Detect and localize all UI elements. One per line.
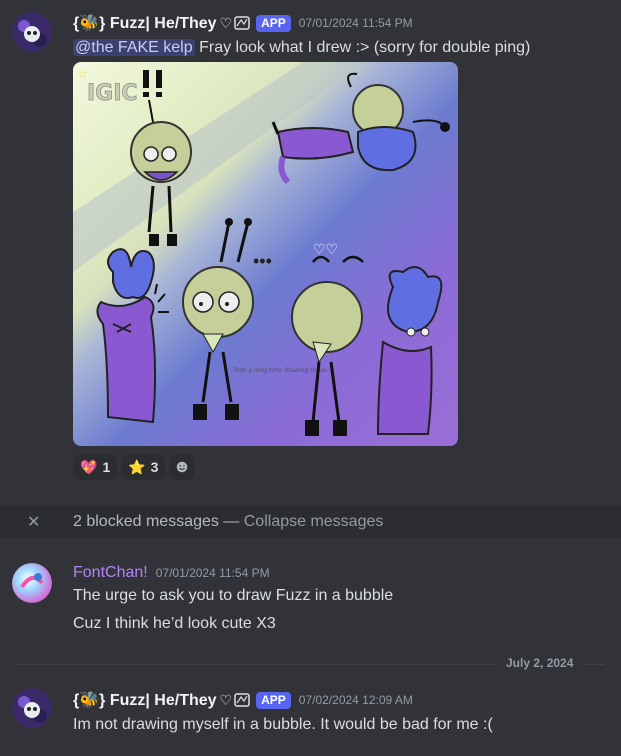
badge-icon [234,16,250,30]
heart-icon: ♡ [219,14,233,31]
blocked-count-text: 2 blocked messages — [73,513,244,530]
reaction-star[interactable]: ⭐ 3 [121,454,166,480]
smile-icon [177,461,188,473]
message-text: Fray look what I drew :> (sorry for doub… [194,39,531,56]
attachment-image[interactable]: IGIC ☆ ••• Took a long time drawing thes… [73,62,458,446]
collapse-messages-link[interactable]: Collapse messages [244,513,384,530]
svg-text:•••: ••• [253,251,272,271]
username[interactable]: {🐝} Fuzz| He/They [73,13,217,33]
reactions-bar: 💖 1 ⭐ 3 [73,454,196,480]
art-ig-text: IGIC [87,81,138,106]
reaction-count: 1 [102,459,111,475]
timestamp[interactable]: 07/01/2024 11:54 PM [156,566,270,580]
date-divider-label: July 2, 2024 [496,656,584,670]
username[interactable]: {🐝} Fuzz| He/They [73,690,217,710]
timestamp[interactable]: 07/02/2024 12:09 AM [299,693,413,707]
reaction-sparkling-heart[interactable]: 💖 1 [73,454,118,480]
message-content: @the FAKE kelp Fray look what I drew :> … [73,39,530,57]
blocked-messages-bar: ✕ 2 blocked messages — Collapse messages [0,505,621,539]
add-reaction-button[interactable] [169,454,196,480]
sparkling-heart-icon: 💖 [80,458,98,475]
message-header: FontChan! 07/01/2024 11:54 PM [73,564,270,582]
timestamp[interactable]: 07/01/2024 11:54 PM [299,16,413,30]
close-icon[interactable]: ✕ [27,512,40,532]
svg-text:♡♡: ♡♡ [313,241,338,257]
svg-text:☆: ☆ [77,67,88,81]
app-tag: APP [256,14,291,32]
star-icon: ⭐ [128,458,146,475]
art-caption: Took a long time drawing these [232,367,327,374]
message-text: Im not drawing myself in a bubble. It wo… [73,716,493,733]
avatar-fontchan[interactable] [12,563,52,603]
badge-icon [234,693,250,707]
app-tag: APP [256,691,291,709]
user-mention[interactable]: @the FAKE kelp [73,39,195,56]
reaction-count: 3 [150,459,159,475]
message-text-line-2: Cuz I think he’d look cute X3 [73,615,276,632]
avatar-fuzz[interactable] [12,12,52,52]
message-text-line-1: The urge to ask you to draw Fuzz in a bu… [73,587,394,604]
username[interactable]: FontChan! [73,564,148,582]
message-header: {🐝} Fuzz| He/They ♡ APP 07/02/2024 12:09… [73,690,413,710]
heart-icon: ♡ [219,691,233,708]
message-header: {🐝} Fuzz| He/They ♡ APP 07/01/2024 11:54… [73,13,413,33]
avatar-fuzz[interactable] [12,688,52,728]
